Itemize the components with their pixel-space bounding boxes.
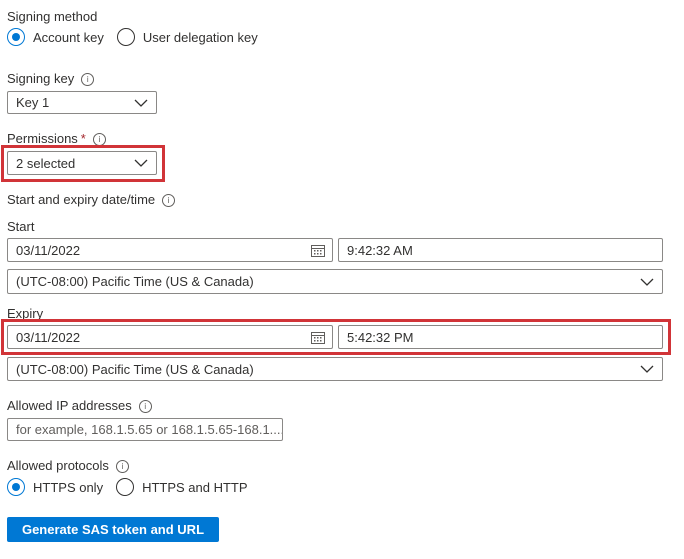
radio-https-and-http-circle[interactable]	[116, 478, 135, 496]
permissions-label: Permissions	[7, 131, 78, 146]
start-timezone-dropdown[interactable]: (UTC-08:00) Pacific Time (US & Canada)	[7, 269, 663, 294]
info-icon[interactable]: i	[162, 194, 176, 207]
start-date-value: 03/11/2022	[16, 242, 81, 258]
radio-https-only-label: HTTPS only	[33, 479, 104, 495]
radio-user-delegation-key[interactable]: User delegation key	[116, 28, 258, 46]
signing-key-label: Signing key	[7, 71, 75, 86]
signing-method-radio-group: Account key User delegation key	[7, 28, 258, 46]
allowed-ip-field-label: Allowed IP addresses i	[7, 398, 152, 413]
radio-https-only[interactable]: HTTPS only	[7, 478, 103, 496]
radio-account-key[interactable]: Account key	[7, 28, 104, 46]
allowed-protocols-radio-group: HTTPS only HTTPS and HTTP	[7, 478, 248, 496]
signing-key-dropdown[interactable]: Key 1	[7, 91, 157, 114]
radio-account-key-label: Account key	[33, 29, 104, 45]
calendar-icon[interactable]	[311, 331, 325, 344]
start-time-input[interactable]: 9:42:32 AM	[338, 238, 663, 262]
required-asterisk: *	[80, 131, 86, 146]
radio-user-delegation-key-circle[interactable]	[116, 28, 135, 46]
chevron-down-icon	[640, 365, 654, 373]
expiry-timezone-dropdown[interactable]: (UTC-08:00) Pacific Time (US & Canada)	[7, 357, 663, 381]
start-timezone-value: (UTC-08:00) Pacific Time (US & Canada)	[16, 274, 254, 289]
expiry-time-value: 5:42:32 PM	[347, 329, 414, 345]
chevron-down-icon	[134, 99, 148, 107]
expiry-date-value: 03/11/2022	[16, 329, 81, 345]
allowed-ip-placeholder: for example, 168.1.5.65 or 168.1.5.65-16…	[16, 422, 282, 437]
permissions-dropdown[interactable]: 2 selected	[7, 151, 157, 175]
chevron-down-icon	[134, 159, 148, 167]
info-icon[interactable]: i	[138, 400, 152, 413]
generate-sas-token-button[interactable]: Generate SAS token and URL	[7, 517, 219, 542]
start-time-value: 9:42:32 AM	[347, 242, 413, 258]
calendar-icon[interactable]	[311, 244, 325, 257]
expiry-timezone-value: (UTC-08:00) Pacific Time (US & Canada)	[16, 361, 254, 377]
radio-https-and-http-label: HTTPS and HTTP	[142, 479, 248, 495]
signing-key-value: Key 1	[16, 95, 50, 110]
info-icon[interactable]: i	[115, 460, 129, 473]
chevron-down-icon	[640, 278, 654, 286]
radio-account-key-circle[interactable]	[7, 28, 25, 46]
allowed-protocols-label: Allowed protocols	[7, 458, 109, 473]
start-expiry-field-label: Start and expiry date/time i	[7, 192, 176, 207]
permissions-field-label: Permissions * i	[7, 131, 106, 146]
start-expiry-label: Start and expiry date/time	[7, 192, 156, 207]
info-icon[interactable]: i	[81, 73, 95, 86]
start-date-input[interactable]: 03/11/2022	[7, 238, 333, 262]
start-label: Start	[7, 219, 35, 234]
radio-https-and-http[interactable]: HTTPS and HTTP	[116, 478, 248, 496]
permissions-value: 2 selected	[16, 155, 76, 171]
radio-https-only-circle[interactable]	[7, 478, 25, 496]
allowed-ip-label: Allowed IP addresses	[7, 398, 132, 413]
allowed-protocols-field-label: Allowed protocols i	[7, 458, 129, 473]
signing-method-label: Signing method	[7, 9, 98, 24]
expiry-date-input[interactable]: 03/11/2022	[7, 325, 333, 349]
radio-user-delegation-key-label: User delegation key	[142, 29, 258, 45]
allowed-ip-input[interactable]: for example, 168.1.5.65 or 168.1.5.65-16…	[7, 418, 283, 441]
expiry-time-input[interactable]: 5:42:32 PM	[338, 325, 663, 349]
signing-key-field-label: Signing key i	[7, 71, 95, 86]
